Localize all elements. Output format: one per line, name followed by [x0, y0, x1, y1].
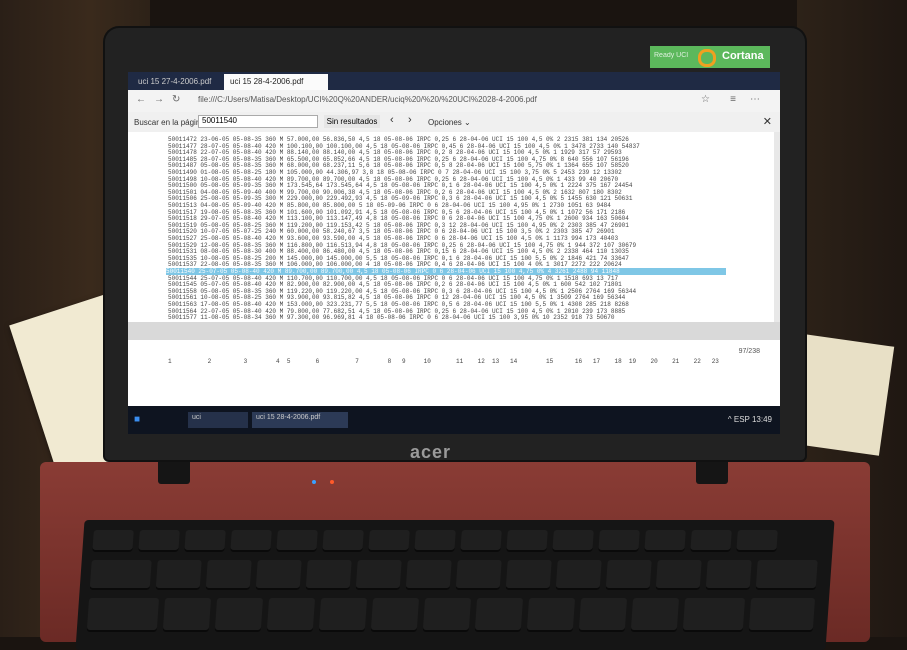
key[interactable] [526, 598, 576, 632]
screen: uci 15 27-4-2006.pdf uci 15 28-4-2006.pd… [128, 72, 780, 434]
key[interactable] [422, 598, 472, 632]
key[interactable] [630, 598, 680, 632]
key[interactable] [405, 560, 452, 590]
brand-logo: acer [410, 442, 452, 462]
column-header: 1 2 3 4 5 6 7 8 9 10 11 12 13 14 15 16 1… [168, 358, 719, 365]
key[interactable] [355, 560, 402, 590]
key[interactable] [455, 560, 502, 590]
key[interactable] [162, 598, 212, 632]
key[interactable] [414, 530, 456, 552]
cortana-badge[interactable]: Ready UCI Cortana [650, 46, 770, 68]
find-options[interactable]: Opciones ⌄ [428, 118, 471, 127]
key[interactable] [138, 530, 180, 552]
key[interactable] [598, 530, 640, 552]
key[interactable] [605, 560, 652, 590]
key[interactable] [92, 530, 134, 552]
key[interactable] [506, 530, 548, 552]
key[interactable] [474, 598, 524, 632]
key[interactable] [276, 530, 318, 552]
key[interactable] [555, 560, 602, 590]
taskbar: ■ uci uci 15 28-4-2006.pdf ^ ESP 13:49 [128, 406, 780, 434]
key[interactable] [86, 598, 160, 632]
pdf-page: 50011472 23-06-05 05-08-35 360 M 57.000,… [128, 132, 780, 322]
key[interactable] [322, 530, 364, 552]
key[interactable] [705, 560, 752, 590]
star-icon[interactable]: ☆ [701, 94, 710, 105]
key[interactable] [755, 560, 818, 590]
menu-icon[interactable]: ≡ [730, 94, 736, 105]
system-tray[interactable]: ^ ESP 13:49 [728, 415, 772, 424]
key[interactable] [460, 530, 502, 552]
more-icon[interactable]: ⋯ [750, 94, 760, 105]
key[interactable] [370, 598, 420, 632]
key[interactable] [255, 560, 302, 590]
refresh-icon[interactable]: ↻ [172, 94, 180, 105]
next-icon[interactable]: › [408, 114, 412, 126]
find-result: Sin resultados [324, 115, 380, 128]
key[interactable] [505, 560, 552, 590]
key[interactable] [655, 560, 702, 590]
url-text[interactable]: file:///C:/Users/Matisa/Desktop/UCI%20Q%… [198, 95, 537, 104]
key[interactable] [682, 598, 746, 632]
keyboard [75, 520, 835, 650]
power-led [312, 480, 316, 484]
key[interactable] [552, 530, 594, 552]
prev-icon[interactable]: ‹ [390, 114, 394, 126]
forward-icon[interactable]: → [154, 94, 164, 105]
close-icon[interactable]: ✕ [763, 115, 772, 128]
key[interactable] [214, 598, 264, 632]
table-row: 50011577 11-08-05 05-08-34 360 M 97.300,… [168, 314, 615, 322]
pdf-page-next: 97/238 1 2 3 4 5 6 7 8 9 10 11 12 13 14 … [128, 340, 780, 406]
find-input[interactable]: 50011540 [198, 115, 318, 128]
tab-2[interactable]: uci 15 28-4-2006.pdf [224, 74, 328, 90]
back-icon[interactable]: ← [136, 94, 146, 105]
scrollbar[interactable] [774, 132, 780, 322]
key[interactable] [155, 560, 202, 590]
key[interactable] [184, 530, 226, 552]
taskbar-item-2[interactable]: uci 15 28-4-2006.pdf [252, 412, 348, 428]
key[interactable] [205, 560, 252, 590]
key[interactable] [578, 598, 628, 632]
tab-bar: uci 15 27-4-2006.pdf uci 15 28-4-2006.pd… [128, 72, 780, 90]
paper-sheet-right [789, 334, 895, 456]
key[interactable] [748, 598, 816, 632]
status-led [330, 480, 334, 484]
key[interactable] [736, 530, 778, 552]
tab-1[interactable]: uci 15 27-4-2006.pdf [132, 74, 224, 90]
key[interactable] [644, 530, 686, 552]
key[interactable] [89, 560, 152, 590]
cortana-icon [698, 49, 716, 67]
find-bar: Buscar en la página 50011540 Sin resulta… [128, 112, 780, 133]
taskbar-item-1[interactable]: uci [188, 412, 248, 428]
key[interactable] [266, 598, 316, 632]
key[interactable] [368, 530, 410, 552]
find-label: Buscar en la página [134, 118, 205, 127]
address-bar[interactable]: ← → ↻ file:///C:/Users/Matisa/Desktop/UC… [128, 90, 780, 113]
hinge-right [696, 458, 728, 484]
key[interactable] [690, 530, 732, 552]
cortana-label: Cortana [722, 50, 764, 62]
key[interactable] [305, 560, 352, 590]
hinge-left [158, 458, 190, 484]
key[interactable] [318, 598, 368, 632]
windows-icon[interactable]: ■ [134, 414, 140, 425]
page-gap [128, 322, 780, 340]
page-number: 97/238 [738, 348, 760, 355]
cortana-sub: Ready UCI [654, 52, 689, 59]
key[interactable] [230, 530, 272, 552]
